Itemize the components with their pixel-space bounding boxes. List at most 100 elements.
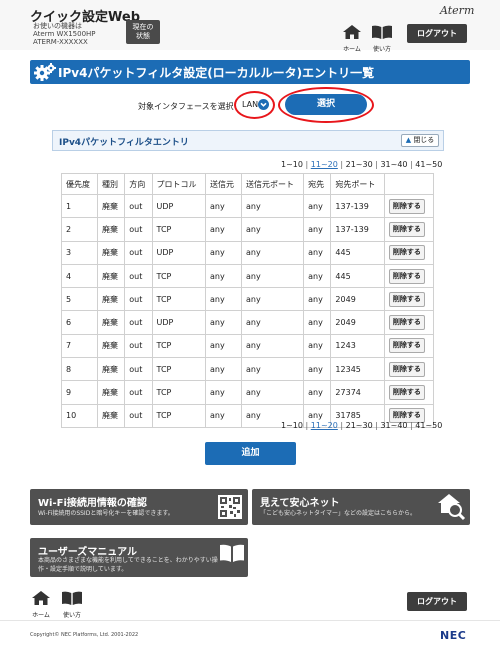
table-cell: any — [303, 357, 332, 382]
table-cell: 1243 — [330, 333, 385, 359]
delete-button[interactable]: 削除する — [388, 221, 425, 237]
table-row: 5 廃棄 out TCP any any any 2049 削除する — [61, 287, 435, 312]
table-cell: any — [240, 217, 305, 242]
table-cell: 27374 — [330, 380, 385, 405]
footer-home-button[interactable]: ホーム — [27, 590, 55, 619]
table-cell: any — [204, 263, 242, 289]
add-entry-button[interactable]: 追加 — [205, 442, 296, 465]
table-cell: any — [204, 240, 242, 265]
pager-link[interactable]: 1~10 — [281, 160, 303, 169]
table-cell: out — [124, 240, 153, 265]
delete-button[interactable]: 削除する — [388, 198, 425, 214]
safe-net-card[interactable]: 見えて安心ネット 「こども安心ネットタイマー」などの設定はこちらから。 — [252, 489, 470, 525]
delete-button[interactable]: 削除する — [388, 338, 425, 354]
table-cell: 廃棄 — [96, 240, 126, 265]
table-cell: any — [240, 263, 305, 289]
table-row: 4 廃棄 out TCP any any any 445 削除する — [61, 263, 435, 289]
filter-entry-table: 優先度 種別 方向 プロトコル 送信元 送信元ポート 宛先 宛先ポート 1 廃棄 out UDP an… — [61, 173, 435, 428]
pager-link[interactable]: 41~50 — [415, 160, 442, 169]
table-cell: any — [240, 240, 305, 265]
table-cell: 10 — [61, 403, 98, 428]
table-cell: 2049 — [330, 310, 385, 335]
device-info: お使いの機器は Aterm WX1500HP ATERM-XXXXXX — [33, 22, 96, 46]
book-icon — [372, 25, 392, 39]
safe-card-desc: 「こども安心ネットタイマー」などの設定はこちらから。 — [260, 510, 417, 517]
table-cell: 445 — [330, 240, 385, 265]
action-cell: 削除する — [383, 380, 435, 405]
table-cell: TCP — [151, 263, 206, 289]
logout-button[interactable]: ログアウト — [407, 24, 467, 43]
action-cell: 削除する — [383, 310, 435, 335]
current-status-button[interactable]: 現在の 状態 — [126, 20, 160, 44]
table-cell: 4 — [61, 263, 98, 289]
table-header-row: 優先度 種別 方向 プロトコル 送信元 送信元ポート 宛先 宛先ポート — [61, 173, 435, 195]
table-cell: 3 — [61, 240, 98, 265]
table-cell: any — [303, 310, 332, 335]
pager-link[interactable]: 31~40 — [380, 160, 407, 169]
table-cell: 9 — [61, 380, 98, 405]
pager-link[interactable]: 21~30 — [346, 421, 373, 430]
column-header: 送信元 — [204, 173, 242, 195]
house-magnifier-icon — [438, 494, 466, 521]
table-cell: any — [303, 287, 332, 312]
footer-divider — [0, 620, 500, 621]
table-cell: 137-139 — [330, 193, 385, 219]
interface-value: LAN — [242, 100, 259, 109]
table-cell: out — [124, 287, 153, 312]
manual-card-desc-line2: 作・設定手順で説明しています。 — [38, 566, 128, 573]
column-header: 宛先 — [303, 173, 332, 195]
delete-button[interactable]: 削除する — [388, 245, 425, 261]
footer-logout-button[interactable]: ログアウト — [407, 592, 467, 611]
entries-panel-header: IPv4パケットフィルタエントリ ▲ 閉じる — [52, 130, 444, 151]
book-icon — [220, 544, 244, 562]
table-cell: out — [124, 403, 153, 428]
pager-link[interactable]: 1~10 — [281, 421, 303, 430]
page-title: IPv4パケットフィルタ設定(ローカルルータ)エントリ一覧 — [58, 66, 375, 80]
home-nav-button[interactable]: ホーム — [338, 24, 366, 53]
table-cell: out — [124, 217, 153, 242]
pager-separator: | — [337, 160, 346, 169]
delete-button[interactable]: 削除する — [388, 361, 425, 377]
pager-link[interactable]: 21~30 — [346, 160, 373, 169]
gear-icon — [34, 63, 56, 81]
manual-card-desc-line1: 本商品のさまざまな機能を利用してできることを、わかりやすい操 — [38, 557, 218, 564]
table-cell: UDP — [151, 240, 206, 265]
delete-button[interactable]: 削除する — [388, 315, 425, 331]
manual-nav-button[interactable]: 使い方 — [368, 24, 396, 53]
delete-button[interactable]: 削除する — [388, 385, 425, 401]
table-cell: any — [303, 217, 332, 242]
delete-button[interactable]: 削除する — [388, 291, 425, 307]
interface-label: 対象インタフェースを選択 — [138, 102, 234, 111]
table-row: 1 廃棄 out UDP any any any 137-139 削除する — [61, 193, 435, 219]
users-manual-card[interactable]: ユーザーズマニュアル 本商品のさまざまな機能を利用してできることを、わかりやすい… — [30, 538, 248, 577]
device-model: Aterm WX1500HP — [33, 30, 96, 38]
column-header: 種別 — [96, 173, 126, 195]
collapse-button[interactable]: ▲ 閉じる — [401, 134, 439, 147]
select-button[interactable]: 選択 — [285, 94, 367, 115]
footer-manual-button[interactable]: 使い方 — [58, 590, 86, 619]
table-cell: any — [240, 333, 305, 359]
pager-link[interactable]: 11~20 — [311, 160, 338, 169]
action-cell: 削除する — [383, 263, 435, 289]
pager-separator: | — [302, 160, 311, 169]
device-name: ATERM-XXXXXX — [33, 38, 88, 46]
wifi-info-card[interactable]: Wi-Fi接続用情報の確認 Wi-Fi接続用のSSIDと暗号化キーを確認できます… — [30, 489, 248, 525]
table-cell: any — [204, 217, 242, 242]
pager-link[interactable]: 31~40 — [380, 421, 407, 430]
table-cell: TCP — [151, 357, 206, 382]
page-title-bar: IPv4パケットフィルタ設定(ローカルルータ)エントリ一覧 — [30, 60, 470, 84]
qr-code-icon — [218, 495, 242, 519]
table-cell: any — [240, 193, 305, 219]
table-cell: any — [204, 287, 242, 312]
pager-link[interactable]: 41~50 — [415, 421, 442, 430]
table-cell: any — [240, 357, 305, 382]
delete-button[interactable]: 削除する — [388, 268, 425, 284]
table-cell: any — [204, 310, 242, 335]
interface-select[interactable]: LAN — [240, 97, 272, 112]
pager-link[interactable]: 11~20 — [311, 421, 338, 430]
action-cell: 削除する — [383, 287, 435, 312]
table-cell: 廃棄 — [96, 263, 126, 289]
table-cell: 6 — [61, 310, 98, 335]
column-header: 送信元ポート — [240, 173, 305, 195]
table-cell: out — [124, 193, 153, 219]
